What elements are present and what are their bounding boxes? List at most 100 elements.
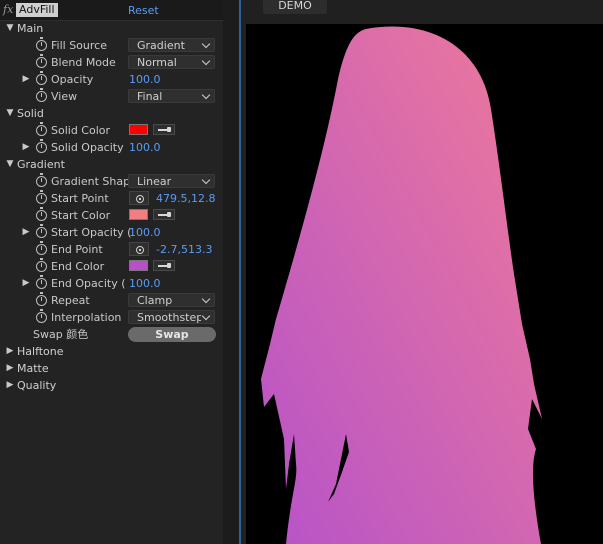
- property-label: Start Point: [51, 192, 109, 205]
- section-quality[interactable]: ▶ Quality: [0, 377, 223, 394]
- interpolation-dropdown[interactable]: Smoothstep: [128, 310, 215, 324]
- chevron-right-icon[interactable]: ▶: [5, 343, 15, 360]
- gradient-shape-dropdown[interactable]: Linear: [128, 174, 215, 188]
- chevron-right-icon[interactable]: ▶: [5, 377, 15, 394]
- property-label: End Color: [51, 260, 105, 273]
- blend-mode-dropdown[interactable]: Normal: [128, 55, 215, 69]
- crosshair-icon[interactable]: [129, 191, 149, 205]
- section-main[interactable]: ▼ Main: [0, 20, 223, 37]
- property-label: Start Opacity (: [51, 226, 132, 239]
- end-color-swatch[interactable]: [129, 260, 148, 271]
- stopwatch-icon[interactable]: [36, 241, 47, 255]
- solid-color-swatch[interactable]: [129, 124, 148, 135]
- stopwatch-icon[interactable]: [36, 224, 47, 238]
- stopwatch-icon[interactable]: [36, 139, 47, 153]
- stopwatch-icon[interactable]: [36, 292, 47, 306]
- chevron-down-icon[interactable]: ▼: [5, 20, 15, 37]
- opacity-value[interactable]: 100.0: [129, 71, 161, 88]
- section-label: Halftone: [17, 345, 64, 358]
- start-opacity-value[interactable]: 100.0: [129, 224, 161, 241]
- eyedropper-icon[interactable]: [153, 260, 175, 271]
- effect-controls-panel: fx AdvFill Reset ▼ Main Fill Source Grad…: [0, 0, 223, 544]
- blend-mode-row: Blend Mode Normal: [0, 54, 223, 71]
- repeat-dropdown[interactable]: Clamp: [128, 293, 215, 307]
- stopwatch-icon[interactable]: [36, 309, 47, 323]
- property-label: End Opacity (: [51, 277, 126, 290]
- stopwatch-icon[interactable]: [36, 275, 47, 289]
- stopwatch-icon[interactable]: [36, 71, 47, 85]
- start-point-value[interactable]: 479.5,12.8: [156, 190, 215, 207]
- swap-row: Swap 颜色 Swap: [0, 326, 223, 343]
- solid-opacity-value[interactable]: 100.0: [129, 139, 161, 156]
- chevron-down-icon[interactable]: ▼: [5, 105, 15, 122]
- chevron-down-icon: [201, 90, 211, 100]
- chevron-down-icon[interactable]: ▼: [5, 156, 15, 173]
- chevron-right-icon[interactable]: ▶: [21, 71, 31, 88]
- section-halftone[interactable]: ▶ Halftone: [0, 343, 223, 360]
- section-label: Quality: [17, 379, 57, 392]
- eyedropper-icon[interactable]: [153, 209, 175, 220]
- property-label: Repeat: [51, 294, 90, 307]
- chevron-right-icon[interactable]: ▶: [5, 360, 15, 377]
- effect-name[interactable]: AdvFill: [16, 3, 58, 17]
- stopwatch-icon[interactable]: [36, 173, 47, 187]
- reset-button[interactable]: Reset: [128, 4, 159, 17]
- preview-canvas[interactable]: [246, 24, 603, 544]
- fx-toggle-icon[interactable]: fx: [3, 3, 13, 16]
- repeat-row: Repeat Clamp: [0, 292, 223, 309]
- chevron-down-icon: [201, 39, 211, 49]
- end-point-value[interactable]: -2.7,513.3: [156, 241, 212, 258]
- chevron-right-icon[interactable]: ▶: [21, 139, 31, 156]
- section-label: Main: [17, 22, 44, 35]
- opacity-row: ▶ Opacity 100.0: [0, 71, 223, 88]
- end-opacity-row: ▶ End Opacity ( 100.0: [0, 275, 223, 292]
- stopwatch-icon[interactable]: [36, 54, 47, 68]
- effect-header: fx AdvFill Reset: [0, 0, 223, 21]
- property-label: Opacity: [51, 73, 94, 86]
- section-label: Solid: [17, 107, 44, 120]
- chevron-right-icon[interactable]: ▶: [21, 224, 31, 241]
- section-gradient[interactable]: ▼ Gradient: [0, 156, 223, 173]
- fill-source-dropdown[interactable]: Gradient: [128, 38, 215, 52]
- swap-button[interactable]: Swap: [128, 327, 216, 342]
- stopwatch-icon[interactable]: [36, 207, 47, 221]
- chevron-down-icon: [201, 311, 211, 321]
- stopwatch-icon[interactable]: [36, 122, 47, 136]
- chevron-down-icon: [201, 56, 211, 66]
- chevron-right-icon[interactable]: ▶: [21, 275, 31, 292]
- chevron-down-icon: [201, 175, 211, 185]
- stopwatch-icon[interactable]: [36, 37, 47, 51]
- interpolation-row: Interpolation Smoothstep: [0, 309, 223, 326]
- start-color-row: Start Color: [0, 207, 223, 224]
- property-label: Blend Mode: [51, 56, 116, 69]
- stopwatch-icon[interactable]: [36, 190, 47, 204]
- property-label: Start Color: [51, 209, 111, 222]
- solid-opacity-row: ▶ Solid Opacity 100.0: [0, 139, 223, 156]
- character-silhouette: [261, 26, 542, 544]
- property-label: Solid Opacity: [51, 141, 124, 154]
- section-label: Gradient: [17, 158, 65, 171]
- end-opacity-value[interactable]: 100.0: [129, 275, 161, 292]
- stopwatch-icon[interactable]: [36, 258, 47, 272]
- eyedropper-icon[interactable]: [153, 124, 175, 135]
- property-label: Interpolation: [51, 311, 122, 324]
- silhouette-shape: [261, 26, 542, 544]
- stopwatch-icon[interactable]: [36, 88, 47, 102]
- start-color-swatch[interactable]: [129, 209, 148, 220]
- view-row: View Final: [0, 88, 223, 105]
- property-label: Swap 颜色: [33, 328, 89, 341]
- property-label: Solid Color: [51, 124, 111, 137]
- crosshair-icon[interactable]: [129, 242, 149, 256]
- fill-source-row: Fill Source Gradient: [0, 37, 223, 54]
- view-dropdown[interactable]: Final: [128, 89, 215, 103]
- section-label: Matte: [17, 362, 49, 375]
- start-point-row: Start Point 479.5,12.8: [0, 190, 223, 207]
- composition-tab[interactable]: DEMO: [263, 0, 327, 14]
- solid-color-row: Solid Color: [0, 122, 223, 139]
- property-label: Gradient Shap: [51, 175, 131, 188]
- property-label: View: [51, 90, 78, 103]
- section-solid[interactable]: ▼ Solid: [0, 105, 223, 122]
- start-opacity-row: ▶ Start Opacity ( 100.0: [0, 224, 223, 241]
- section-matte[interactable]: ▶ Matte: [0, 360, 223, 377]
- property-label: End Point: [51, 243, 103, 256]
